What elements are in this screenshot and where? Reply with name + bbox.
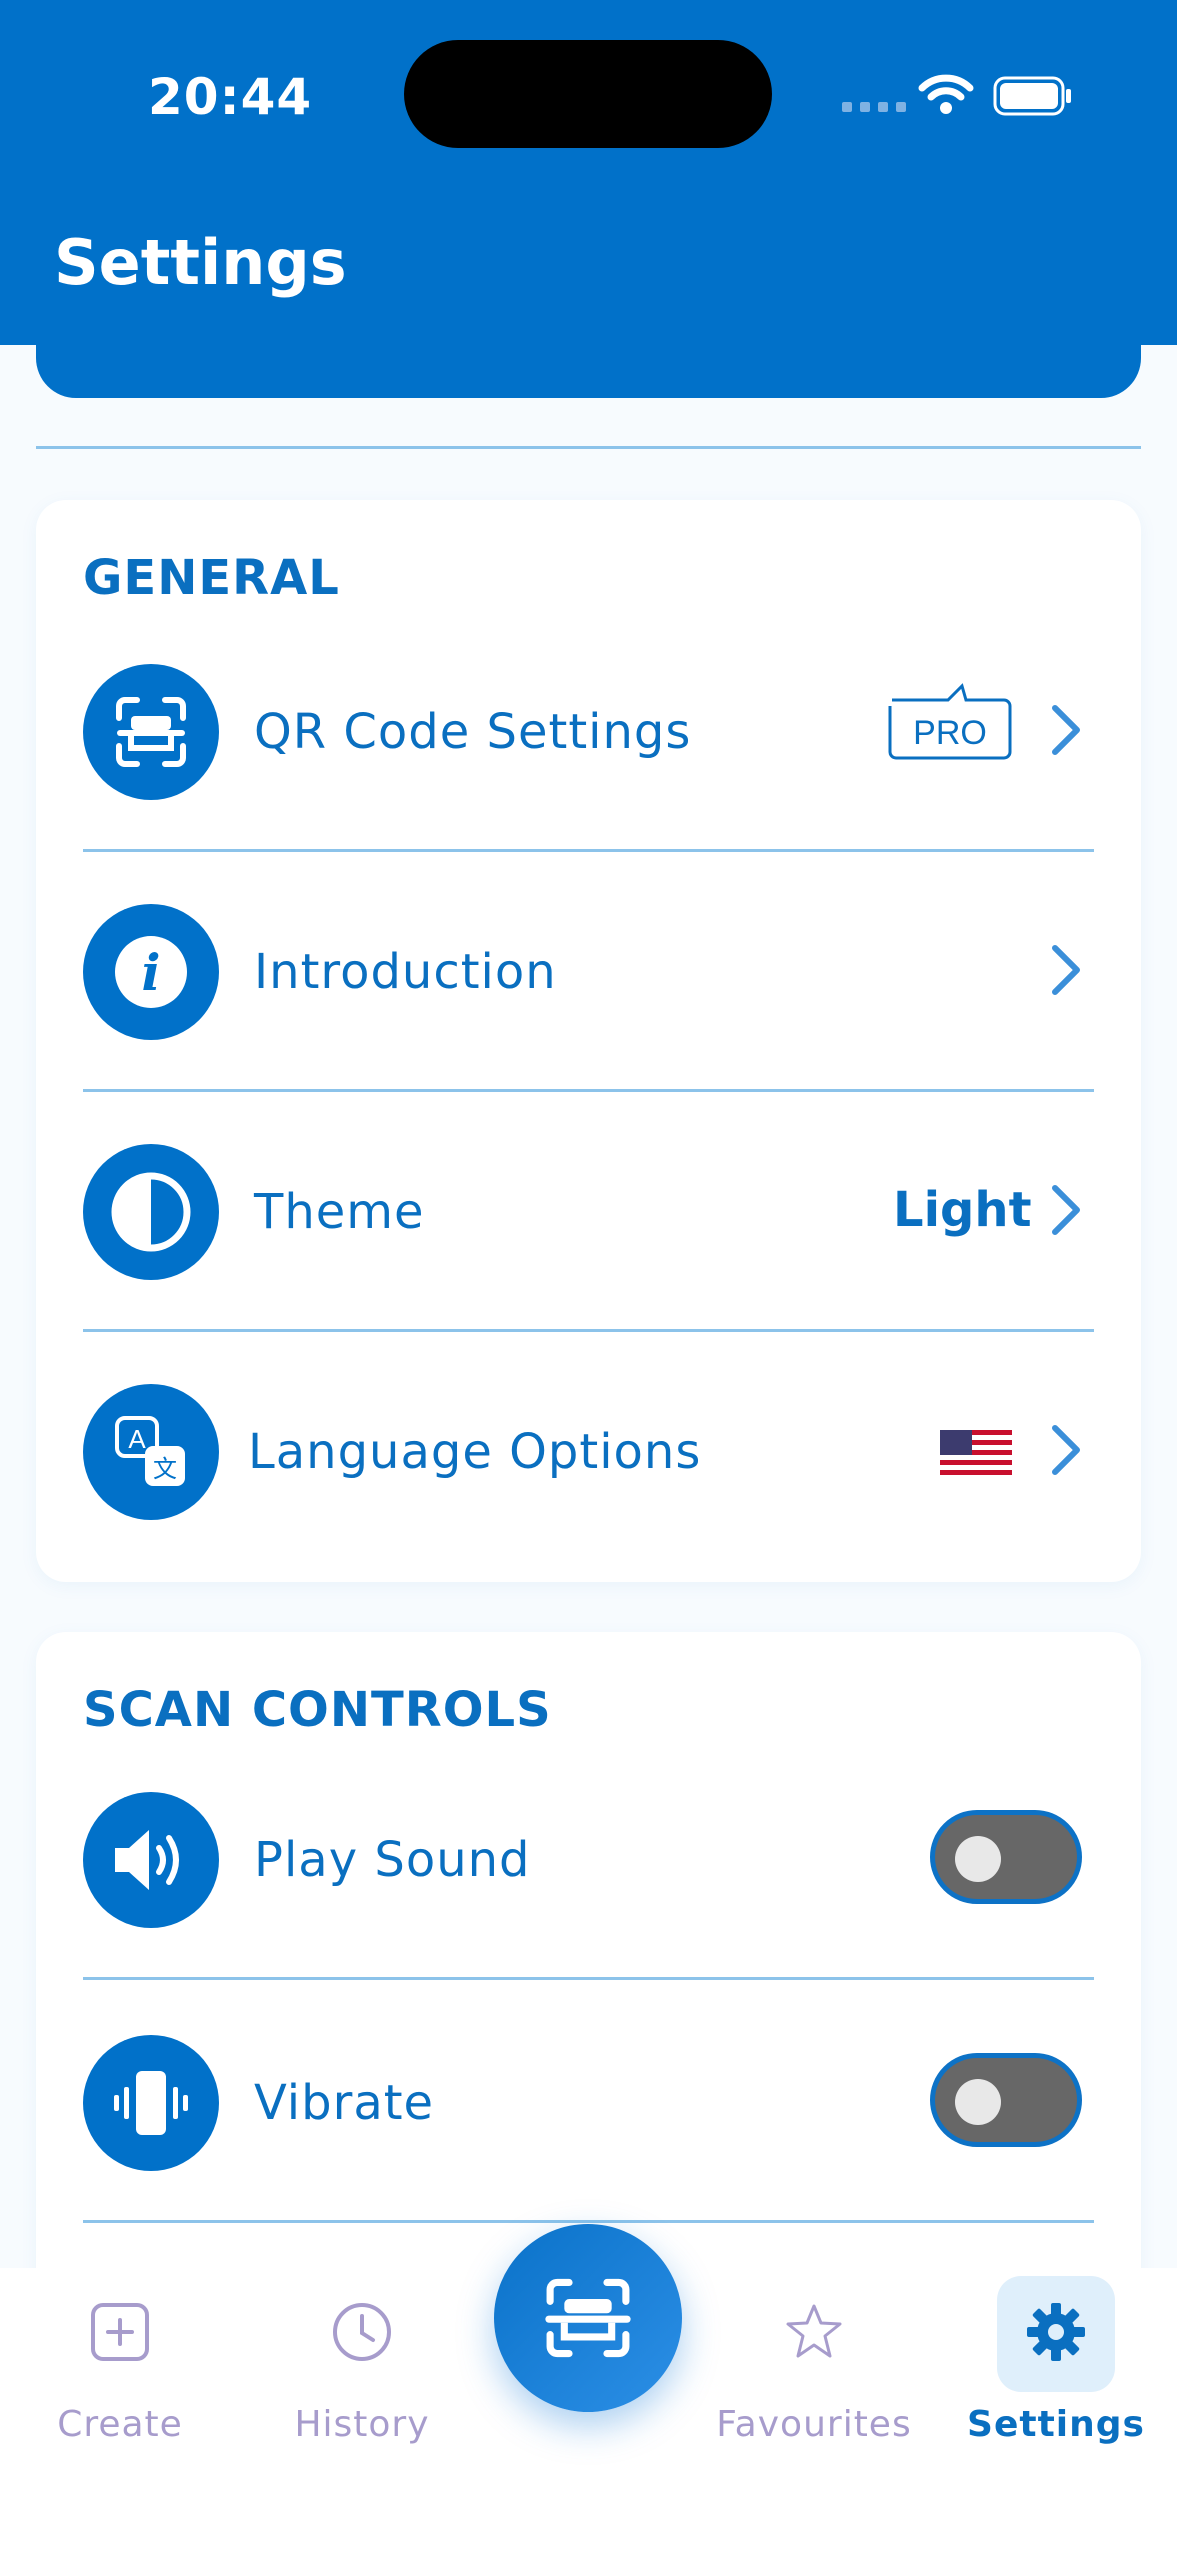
section-title-scan-controls: SCAN CONTROLS [83, 1682, 552, 1738]
settings-row-label: Play Sound [254, 1832, 531, 1888]
theme-value: Light [893, 1182, 1032, 1238]
translate-icon: A 文 [83, 1384, 219, 1520]
chevron-right-icon [1052, 705, 1080, 755]
settings-row-theme[interactable]: Theme Light [36, 1092, 1141, 1332]
chevron-right-icon [1052, 1185, 1080, 1235]
vibrate-icon [83, 2035, 219, 2171]
tab-label: Favourites [716, 2404, 912, 2445]
chevron-right-icon [1052, 1425, 1080, 1475]
info-icon: i [83, 904, 219, 1040]
clock-icon [333, 2303, 391, 2361]
pro-badge: PRO [888, 683, 1012, 760]
settings-row-introduction[interactable]: i Introduction [36, 852, 1141, 1092]
speaker-icon [83, 1792, 219, 1928]
gear-icon [1027, 2303, 1085, 2361]
svg-text:A: A [128, 1424, 146, 1454]
signal-icon [842, 102, 906, 112]
settings-row-label: Introduction [254, 944, 557, 1000]
plus-square-icon [91, 2303, 149, 2361]
qr-scan-icon [83, 664, 219, 800]
tab-label: Settings [967, 2404, 1145, 2445]
settings-row-vibrate: Vibrate [36, 1983, 1141, 2223]
star-icon [786, 2304, 842, 2358]
section-title-general: GENERAL [83, 550, 340, 606]
toggle-knob [955, 1836, 1001, 1882]
scan-button[interactable] [494, 2224, 682, 2412]
play-sound-toggle[interactable] [930, 1810, 1082, 1904]
app-header: 20:44 Settings [0, 0, 1177, 345]
row-divider [83, 2220, 1094, 2223]
svg-text:i: i [142, 943, 161, 1002]
settings-row-language[interactable]: A 文 Language Options [36, 1332, 1141, 1572]
qr-scan-icon [545, 2278, 631, 2358]
tab-label: Create [57, 2404, 183, 2445]
tab-history[interactable]: History [252, 2268, 472, 2468]
row-divider [83, 1977, 1094, 1980]
status-time: 20:44 [148, 68, 313, 126]
svg-text:PRO: PRO [913, 714, 987, 752]
contrast-icon [83, 1144, 219, 1280]
tab-create[interactable]: Create [10, 2268, 230, 2468]
divider [36, 446, 1141, 449]
dynamic-island [404, 40, 772, 148]
tab-label: History [294, 2404, 430, 2445]
toggle-knob [955, 2079, 1001, 2125]
settings-row-label: QR Code Settings [254, 704, 692, 760]
us-flag-icon [940, 1430, 1012, 1480]
settings-row-label: Vibrate [254, 2075, 435, 2131]
settings-row-label: Language Options [248, 1424, 702, 1480]
settings-row-label: Theme [254, 1184, 425, 1240]
svg-text:文: 文 [153, 1455, 177, 1483]
page-title: Settings [54, 226, 347, 299]
chevron-right-icon [1052, 945, 1080, 995]
vibrate-toggle[interactable] [930, 2053, 1082, 2147]
settings-row-qr-code[interactable]: QR Code Settings PRO [36, 612, 1141, 852]
battery-icon [993, 76, 1071, 116]
tab-settings[interactable]: Settings [946, 2268, 1166, 2468]
general-card: GENERAL QR Code Settings PRO i Introduct… [36, 500, 1141, 1582]
tab-favourites[interactable]: Favourites [704, 2268, 924, 2468]
settings-row-play-sound: Play Sound [36, 1740, 1141, 1980]
wifi-icon [918, 74, 974, 114]
header-extension [36, 300, 1141, 398]
